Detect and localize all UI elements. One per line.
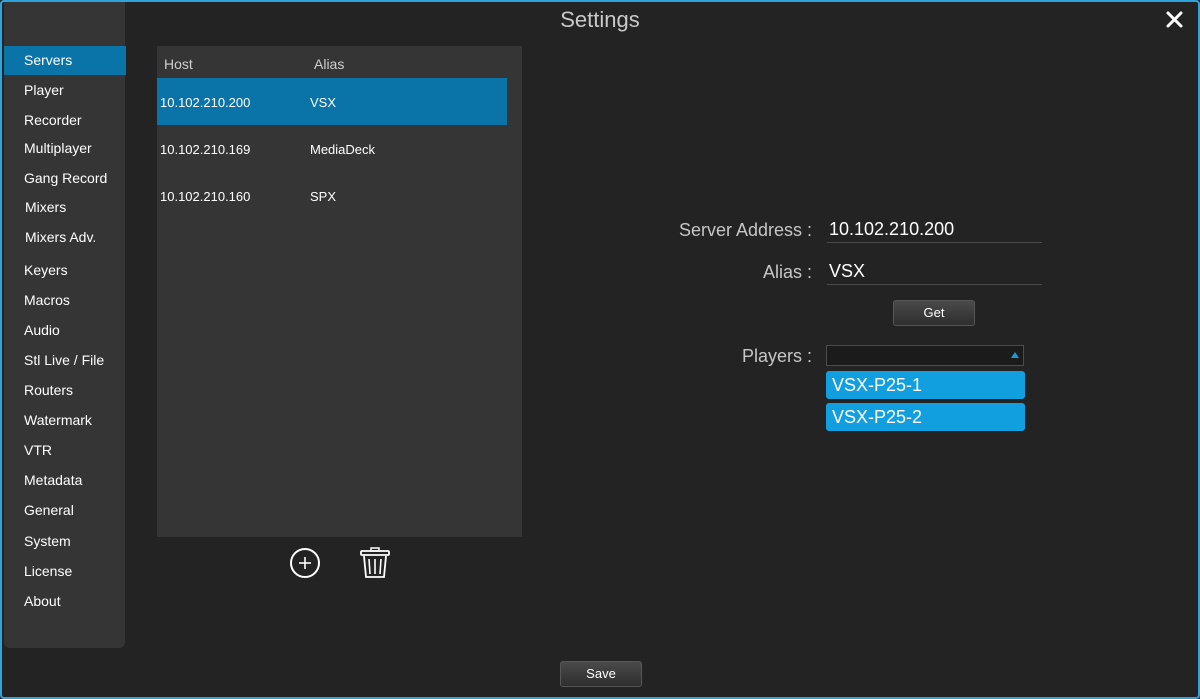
sidebar-item-stl-live-file[interactable]: Stl Live / File: [4, 346, 126, 375]
close-icon: [1166, 11, 1183, 28]
sidebar-item-system[interactable]: System: [4, 527, 126, 556]
column-header-host[interactable]: Host: [164, 56, 193, 72]
sidebar-item-vtr[interactable]: VTR: [4, 436, 126, 465]
sidebar-item-gang-record[interactable]: Gang Record: [4, 164, 126, 193]
sidebar-item-servers[interactable]: Servers: [4, 46, 126, 75]
server-alias: MediaDeck: [310, 142, 376, 157]
server-list: Host Alias 10.102.210.200 VSX 10.102.210…: [157, 46, 522, 537]
sidebar-item-audio[interactable]: Audio: [4, 316, 126, 345]
sidebar-item-routers[interactable]: Routers: [4, 376, 126, 405]
sidebar-item-license[interactable]: License: [4, 557, 126, 586]
sidebar-item-multiplayer[interactable]: Multiplayer: [4, 134, 126, 163]
server-alias: VSX: [310, 95, 337, 110]
sidebar-item-about[interactable]: About: [4, 587, 126, 616]
column-header-alias[interactable]: Alias: [314, 56, 344, 72]
close-button[interactable]: [1162, 6, 1188, 32]
server-address-label: Server Address :: [678, 220, 812, 240]
delete-server-button[interactable]: [358, 546, 392, 585]
server-host: 10.102.210.200: [160, 95, 251, 110]
players-label: Players :: [741, 346, 812, 366]
get-button[interactable]: Get: [893, 300, 975, 326]
server-row[interactable]: 10.102.210.169 MediaDeck: [157, 125, 507, 172]
server-alias: SPX: [310, 189, 337, 204]
save-button[interactable]: Save: [560, 661, 642, 687]
sidebar-item-keyers[interactable]: Keyers: [4, 256, 126, 285]
settings-window: Settings Servers Player Recorder Multipl…: [0, 0, 1200, 699]
sidebar-item-mixers-adv[interactable]: Mixers Adv.: [4, 223, 126, 252]
server-host: 10.102.210.169: [160, 142, 251, 157]
sidebar-item-metadata[interactable]: Metadata: [4, 466, 126, 495]
chevron-up-icon: [1011, 352, 1019, 358]
player-option[interactable]: VSX-P25-1: [826, 371, 1025, 399]
alias-input[interactable]: [827, 259, 1042, 285]
window-title: Settings: [560, 7, 640, 32]
sidebar-item-mixers[interactable]: Mixers: [4, 193, 126, 222]
player-option[interactable]: VSX-P25-2: [826, 403, 1025, 431]
trash-icon: [360, 547, 390, 578]
alias-label: Alias :: [762, 262, 812, 282]
add-server-button[interactable]: [289, 547, 321, 584]
server-host: 10.102.210.160: [160, 189, 251, 204]
sidebar-item-watermark[interactable]: Watermark: [4, 406, 126, 435]
plus-circle-icon: [290, 548, 320, 578]
sidebar-item-player[interactable]: Player: [4, 76, 126, 105]
sidebar-item-macros[interactable]: Macros: [4, 286, 126, 315]
sidebar-item-recorder[interactable]: Recorder: [4, 106, 126, 135]
server-row[interactable]: 10.102.210.160 SPX: [157, 172, 507, 219]
server-row[interactable]: 10.102.210.200 VSX: [157, 78, 507, 125]
sidebar-item-general[interactable]: General: [4, 496, 126, 525]
players-dropdown[interactable]: [826, 345, 1024, 366]
server-address-input[interactable]: [827, 217, 1042, 243]
